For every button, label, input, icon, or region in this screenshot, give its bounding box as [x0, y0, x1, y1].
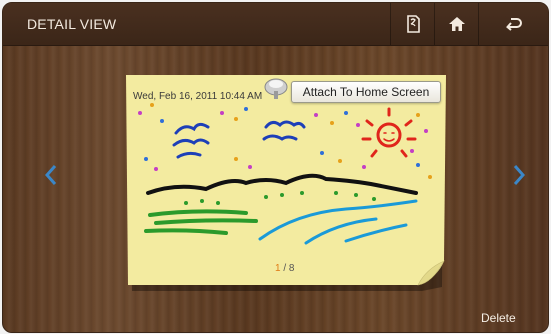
attach-to-home-screen-button[interactable]: Attach To Home Screen — [291, 81, 441, 103]
chevron-right-icon — [513, 165, 525, 185]
page-title: DETAIL VIEW — [27, 16, 117, 32]
back-button[interactable] — [478, 3, 548, 45]
memo-button[interactable] — [390, 3, 435, 45]
next-arrow-button[interactable] — [509, 161, 529, 189]
app-frame: DETAIL VIEW Wed, Feb 16, 2011 10:44 AM A… — [2, 2, 549, 333]
title-bar: DETAIL VIEW — [3, 3, 548, 46]
page-indicator: 1 / 8 — [275, 263, 294, 274]
home-icon — [449, 17, 465, 31]
home-button[interactable] — [434, 3, 479, 45]
page-current: 1 — [275, 263, 281, 274]
delete-button[interactable]: Delete — [481, 311, 516, 325]
back-icon — [506, 18, 522, 31]
memo-note[interactable] — [126, 73, 448, 293]
previous-arrow-button[interactable] — [41, 161, 61, 189]
chevron-left-icon — [45, 165, 57, 185]
note-date: Wed, Feb 16, 2011 10:44 AM — [133, 91, 263, 102]
memo-icon — [407, 15, 420, 33]
page-total: / 8 — [283, 263, 295, 274]
